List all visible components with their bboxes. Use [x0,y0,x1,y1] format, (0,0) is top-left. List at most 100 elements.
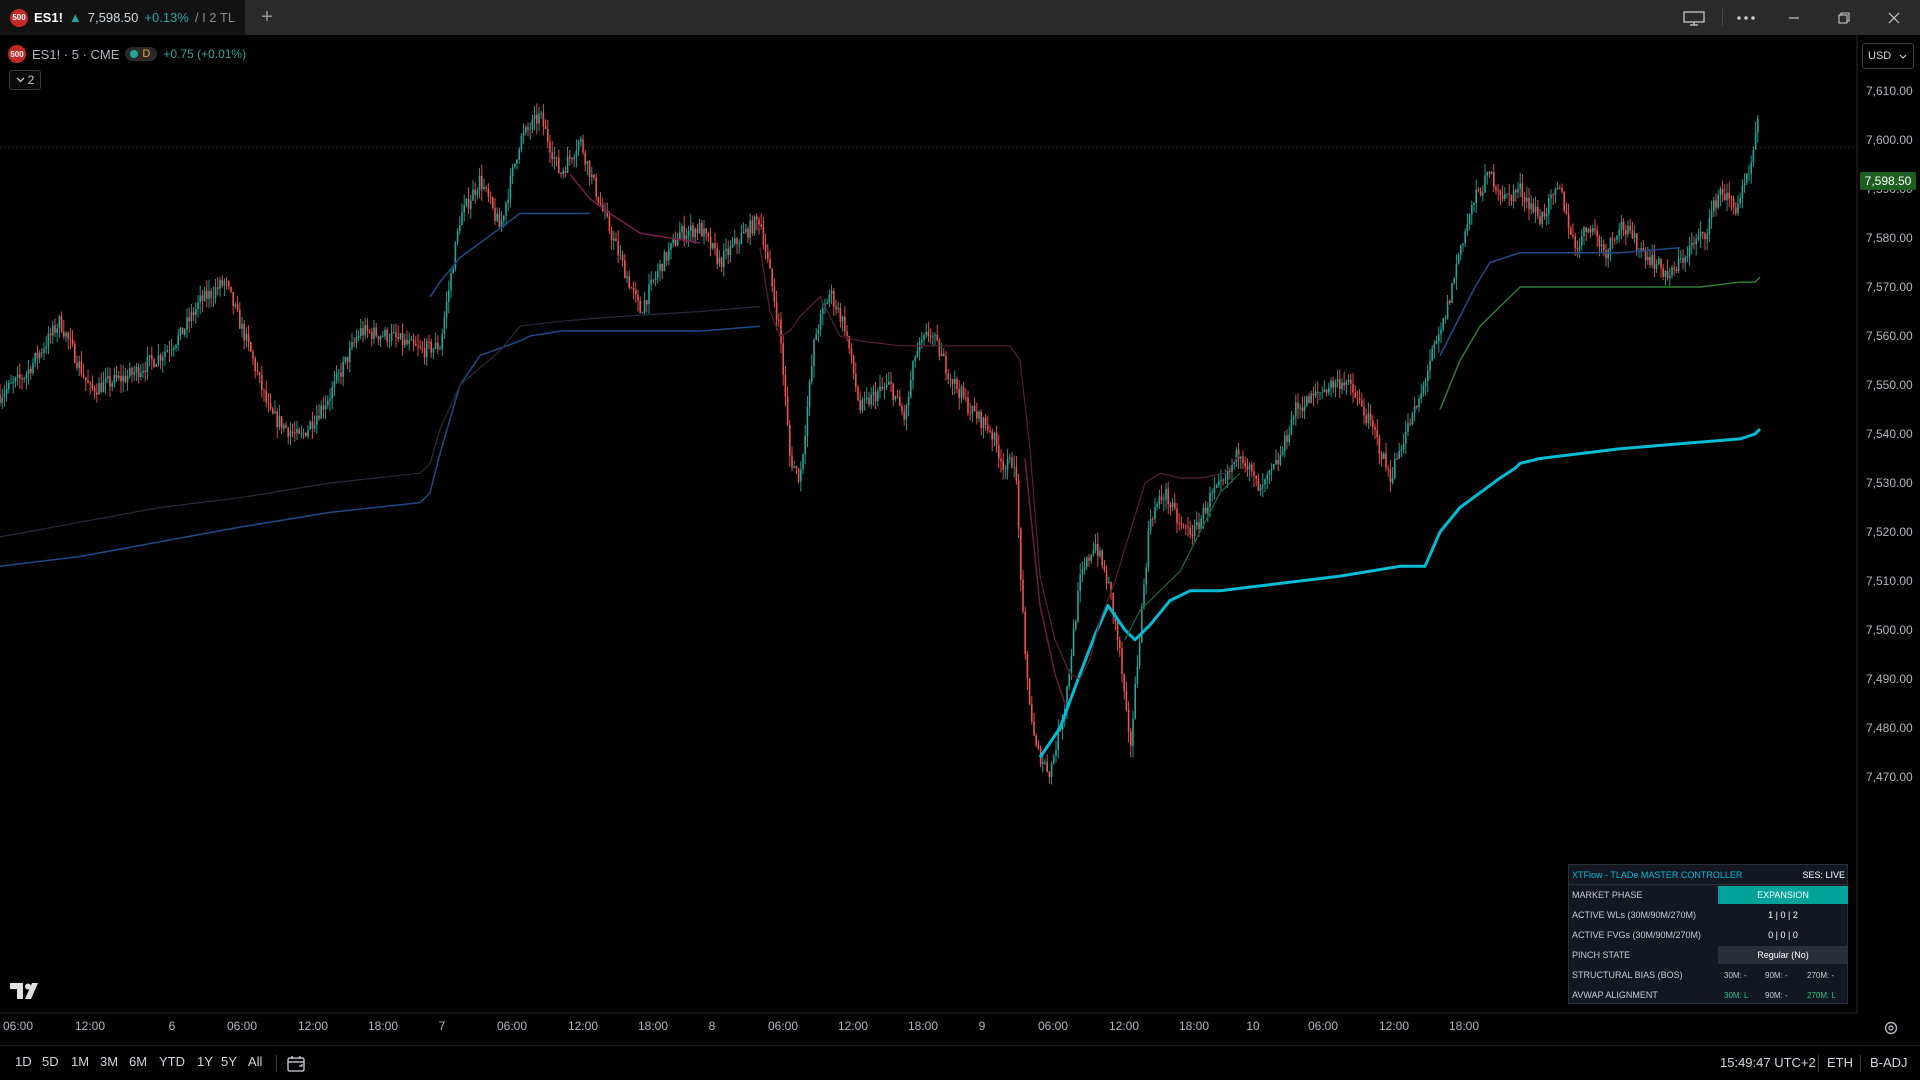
candle-body [1611,238,1614,240]
candle-body [795,466,798,469]
candle-body [298,429,300,434]
candle-body [448,290,450,302]
candle-body [111,383,113,387]
market-status-pill[interactable]: D [125,47,158,61]
calendar-range-icon[interactable] [287,1055,307,1073]
price-tick: 7,550.00 [1866,378,1913,392]
maximize-icon[interactable] [1822,0,1866,35]
clock[interactable]: 15:49:47 UTC+2 [1720,1055,1816,1070]
session-toggle[interactable]: ETH [1827,1055,1853,1070]
candle-body [533,114,536,120]
candle-body [705,228,707,234]
candle-body [459,225,461,232]
price-tick: 7,530.00 [1866,476,1913,490]
close-icon[interactable] [1872,0,1916,35]
candle-body [1548,198,1550,214]
gear-icon[interactable] [1880,1017,1902,1039]
range-6m[interactable]: 6M [129,1054,147,1069]
candle-body [1070,655,1073,673]
candle-body [1618,229,1620,236]
candle-body [685,235,688,240]
plus-icon[interactable]: + [252,0,282,35]
candle-body [102,382,105,392]
range-1d[interactable]: 1D [15,1054,32,1069]
candle-body [613,238,615,241]
candle-body [756,216,758,220]
candle-body [1407,423,1409,432]
candle-body [1530,203,1532,210]
candle-body [487,188,490,197]
range-1y[interactable]: 1Y [197,1054,213,1069]
candle-body [56,328,58,333]
candle-body [914,357,916,362]
candle-body [1358,398,1361,401]
time-tick: 12:00 [838,1019,868,1033]
legend-symbol[interactable]: ES1! · 5 · CME [32,47,119,62]
candle-body [452,268,454,274]
candle-body [890,381,892,385]
candle-body [1572,234,1574,237]
candle-body [716,248,718,264]
candle-body [104,378,107,383]
currency-select[interactable]: USD [1862,43,1914,69]
candle-body [1022,579,1024,612]
pinch-state-value: Regular (No) [1718,946,1848,964]
adjustment-toggle[interactable]: B-ADJ [1870,1055,1908,1070]
range-ytd[interactable]: YTD [159,1054,185,1069]
range-5y[interactable]: 5Y [221,1054,237,1069]
panel-row: ACTIVE FVGs (30M/90M/270M) 0 | 0 | 0 [1569,925,1849,945]
candle-body [1669,275,1671,279]
tradingview-logo-icon[interactable] [10,983,44,999]
candle-body [366,325,369,331]
candle-body [1072,628,1075,656]
legend-sp500-badge: 500 [8,45,26,63]
candle-body [1519,183,1521,189]
candle-body [74,343,76,363]
candle-body [1600,244,1603,247]
candle-body [428,341,430,343]
candle-body [1405,431,1407,444]
candle-body [153,359,155,367]
range-5d[interactable]: 5D [42,1054,59,1069]
minimize-icon[interactable] [1772,0,1816,35]
indicator-collapse-button[interactable]: 2 [9,70,41,90]
candle-body [1713,200,1715,211]
candle-body [1143,584,1145,607]
candle-body [1376,429,1378,438]
candle-body [929,335,932,337]
candle-body [1134,683,1136,719]
candle-body [333,380,336,388]
indicator-count: 2 [27,73,35,87]
candle-body [714,243,716,249]
candle-body [1101,550,1103,566]
candle-body [254,358,256,372]
candle-body [1552,194,1554,196]
candle-body [791,455,793,468]
candle-body [250,342,252,352]
candle-body [555,157,558,158]
candle-body [683,226,685,240]
candle-body [371,331,373,340]
candle-body [89,383,91,384]
candle-body [1585,227,1587,233]
candle-body [1343,382,1345,386]
candle-body [421,347,424,349]
candle-body [1647,256,1649,261]
candle-body [1242,456,1244,464]
candle-body [19,374,21,379]
candle-body [8,382,10,389]
candle-body [731,243,734,247]
candle-body [1105,570,1108,584]
candle-body [38,352,41,359]
chart-tab[interactable]: 500 ES1! ▲ 7,598.50 +0.13% / I 2 TL [0,0,245,35]
range-1m[interactable]: 1M [71,1054,89,1069]
range-3m[interactable]: 3M [100,1054,118,1069]
more-icon[interactable] [1724,0,1768,35]
layout-icon[interactable] [1672,0,1716,35]
candle-body [1147,530,1150,568]
time-tick: 18:00 [638,1019,668,1033]
candle-body [1752,149,1755,163]
range-all[interactable]: All [248,1054,262,1069]
candle-body [1218,481,1220,486]
candle-body [280,416,283,429]
